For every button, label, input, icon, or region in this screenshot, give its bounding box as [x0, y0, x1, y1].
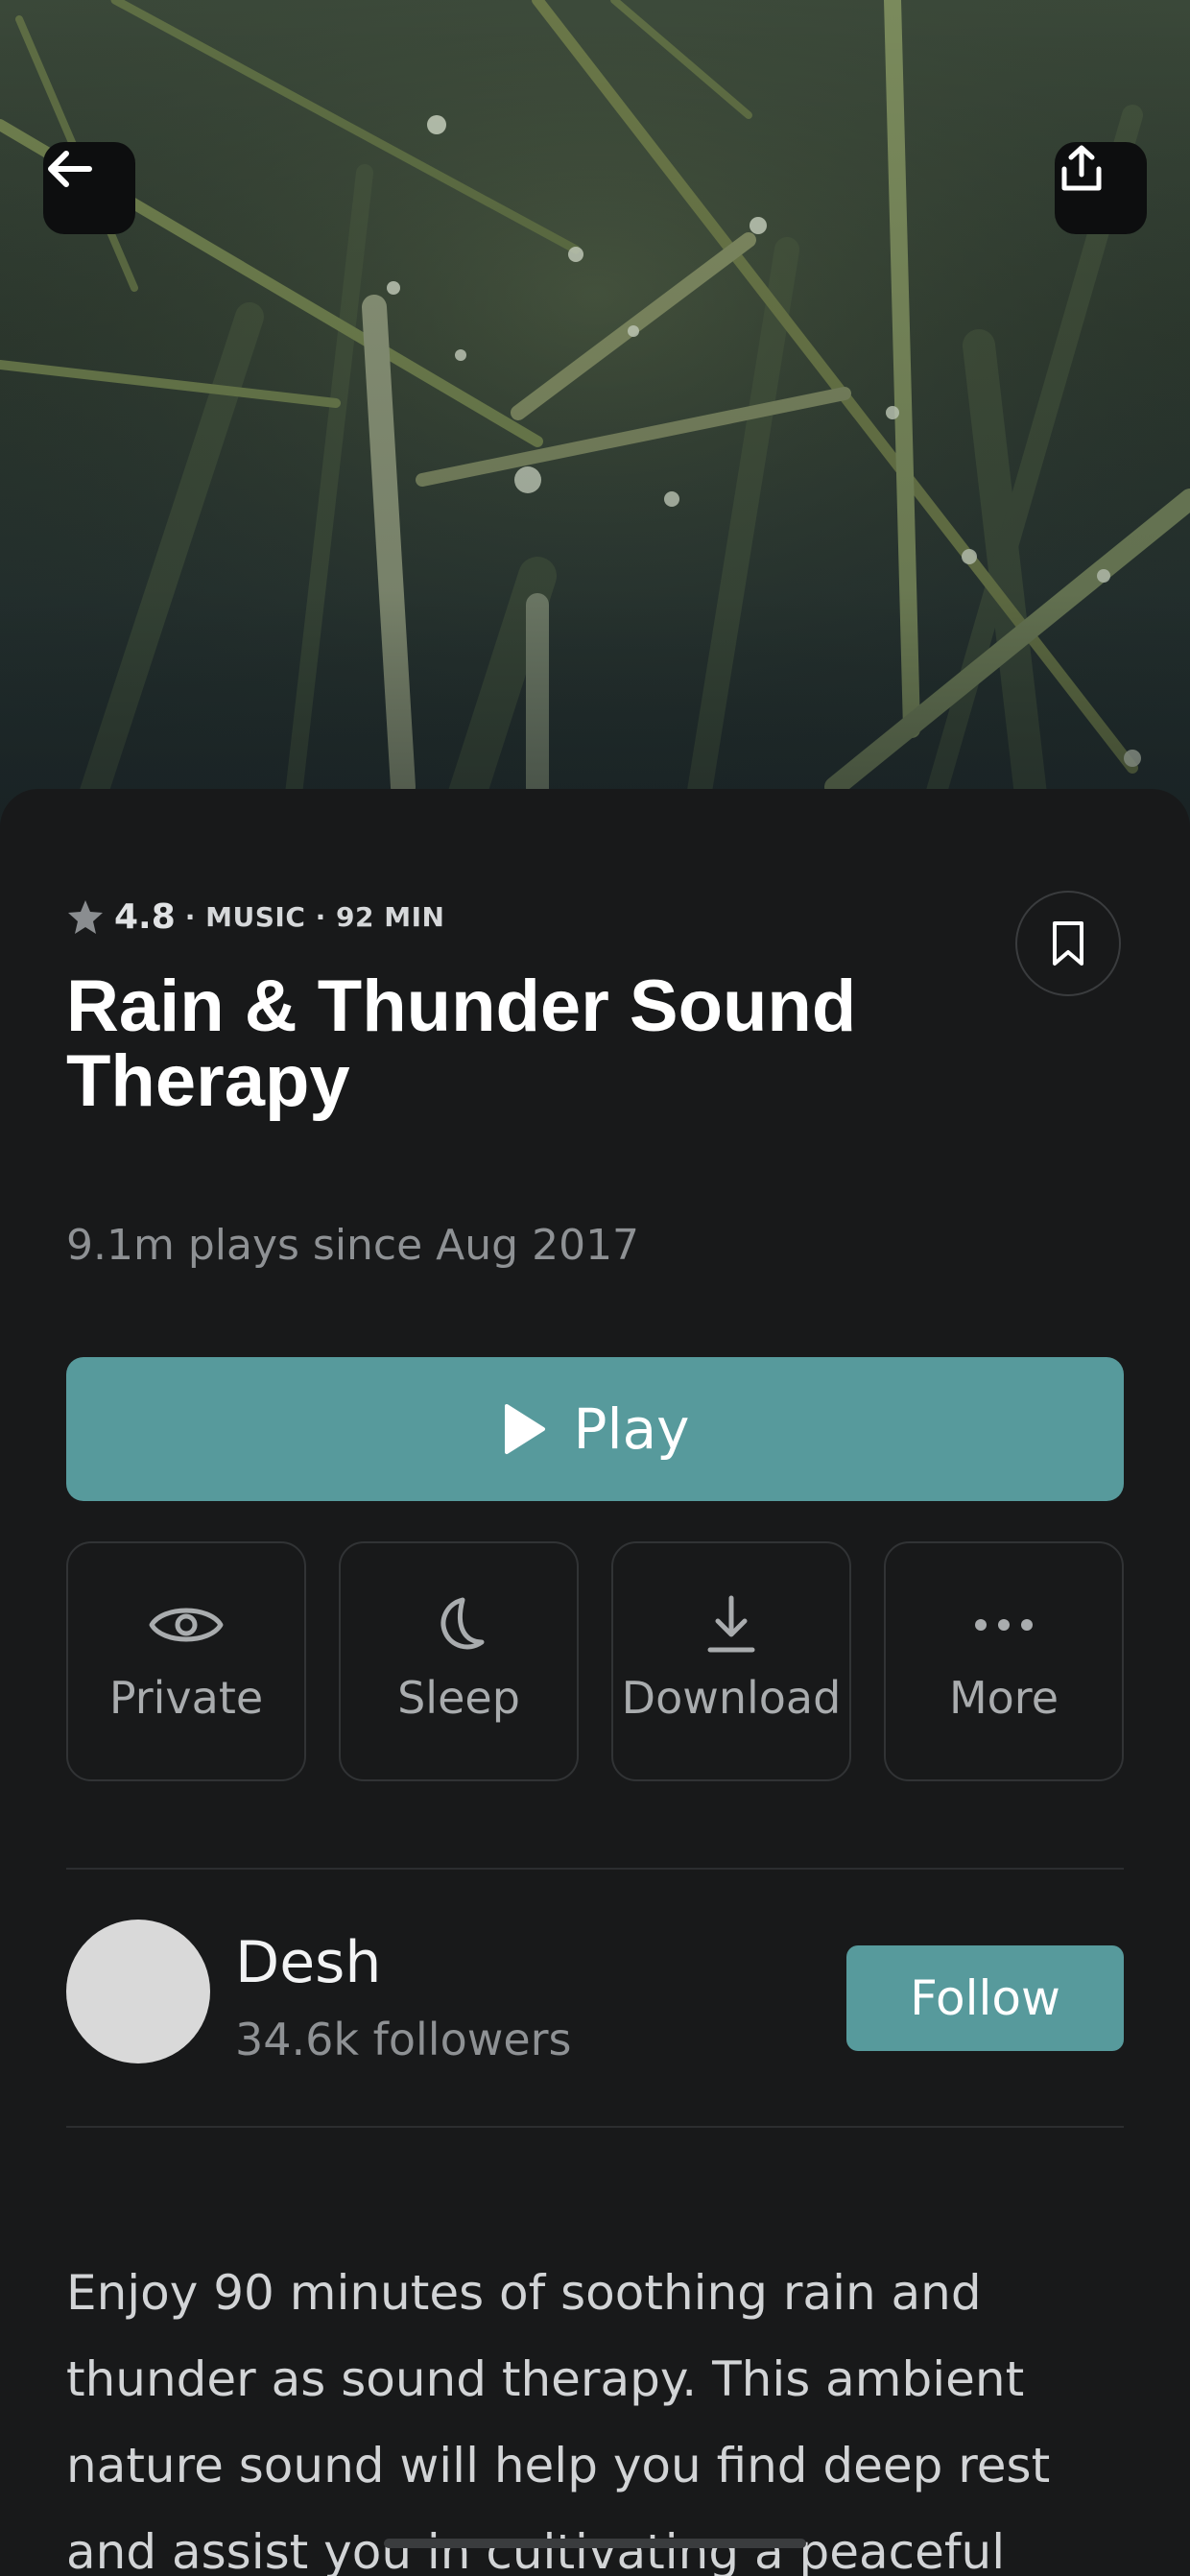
play-count: 9.1m plays since Aug 2017 [66, 1221, 640, 1270]
rating-value: 4.8 [114, 896, 176, 937]
play-icon [504, 1404, 545, 1454]
author-followers: 34.6k followers [235, 2014, 572, 2065]
share-button[interactable] [1055, 142, 1147, 234]
sleep-button[interactable]: Sleep [339, 1541, 579, 1781]
track-description: Enjoy 90 minutes of soothing rain and th… [66, 2265, 1051, 2576]
arrow-left-icon [48, 151, 92, 187]
home-indicator[interactable] [384, 2539, 806, 2548]
download-icon [707, 1595, 755, 1653]
download-button[interactable]: Download [611, 1541, 851, 1781]
divider [66, 1868, 1124, 1870]
grass-illustration [0, 0, 1190, 845]
author-name[interactable]: Desh [235, 1929, 381, 1996]
track-detail-screen: 4.8 · MUSIC · 92 MIN Rain & Thunder Soun… [0, 0, 1190, 2576]
eye-icon [149, 1608, 224, 1642]
author-avatar[interactable] [66, 1920, 210, 2063]
track-title: Rain & Thunder Sound Therapy [66, 969, 1026, 1119]
sleep-label: Sleep [397, 1672, 520, 1724]
category-duration: · MUSIC · 92 MIN [184, 900, 445, 933]
track-meta: 4.8 · MUSIC · 92 MIN [66, 893, 444, 941]
private-label: Private [108, 1672, 264, 1724]
action-row: Private Sleep Download More [66, 1541, 1124, 1781]
track-title-line-1: Rain & Thunder Sound [66, 966, 857, 1047]
star-icon [68, 900, 103, 934]
share-upload-icon [1061, 145, 1102, 191]
more-dots-icon [975, 1619, 1033, 1631]
moon-icon [440, 1597, 485, 1650]
more-label: More [948, 1672, 1059, 1724]
bookmark-button[interactable] [1015, 891, 1121, 996]
download-label: Download [621, 1672, 842, 1724]
private-button[interactable]: Private [66, 1541, 306, 1781]
track-title-line-2: Therapy [66, 1040, 350, 1122]
play-button[interactable]: Play [66, 1357, 1124, 1501]
divider [66, 2126, 1124, 2128]
cover-image [0, 0, 1190, 845]
back-button[interactable] [43, 142, 135, 234]
more-button[interactable]: More [884, 1541, 1124, 1781]
play-button-label: Play [573, 1396, 690, 1462]
follow-button[interactable]: Follow [846, 1945, 1124, 2051]
bookmark-icon [1053, 921, 1083, 966]
